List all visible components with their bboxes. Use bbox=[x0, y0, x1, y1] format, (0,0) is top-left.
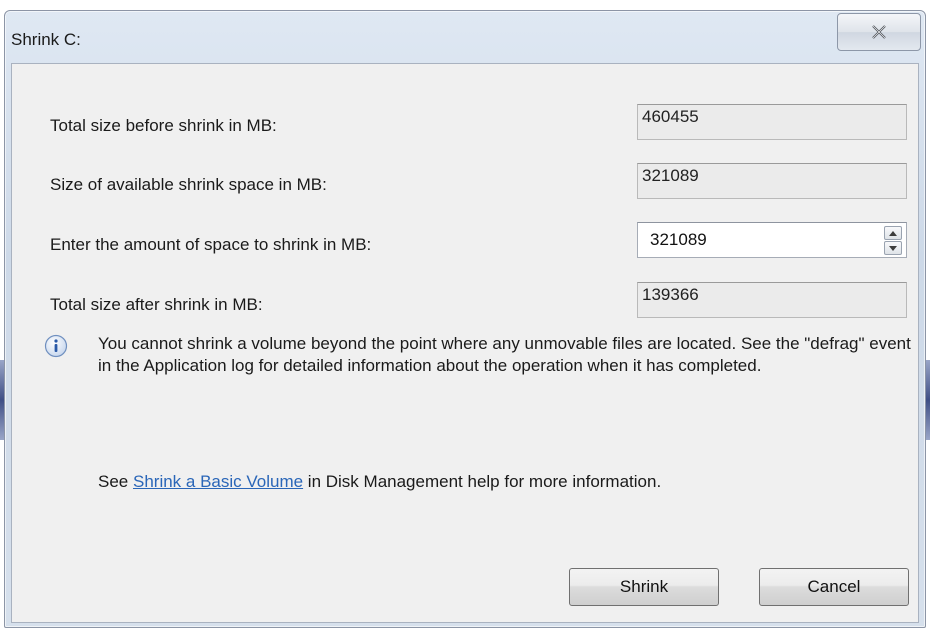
shrink-amount-label: Enter the amount of space to shrink in M… bbox=[50, 235, 372, 254]
spin-down-button[interactable] bbox=[884, 241, 902, 255]
shrink-button[interactable]: Shrink bbox=[569, 568, 719, 606]
close-icon bbox=[872, 25, 886, 39]
available-space-field: 321089 bbox=[637, 163, 907, 199]
close-button[interactable] bbox=[837, 13, 921, 51]
total-after-label: Total size after shrink in MB: bbox=[50, 295, 263, 314]
title-bar[interactable]: Shrink C: bbox=[5, 11, 925, 65]
arrow-up-icon bbox=[889, 230, 897, 236]
shrink-amount-input[interactable] bbox=[638, 223, 858, 257]
spin-up-button[interactable] bbox=[884, 226, 902, 240]
info-icon bbox=[44, 334, 68, 358]
info-message: You cannot shrink a volume beyond the po… bbox=[98, 334, 911, 375]
help-prefix: See bbox=[98, 472, 133, 491]
help-suffix: in Disk Management help for more informa… bbox=[303, 472, 662, 491]
dialog-body: Total size before shrink in MB: 460455 S… bbox=[11, 63, 919, 623]
dialog-title: Shrink C: bbox=[11, 30, 81, 49]
shrink-amount-spinner[interactable] bbox=[637, 222, 907, 258]
help-link[interactable]: Shrink a Basic Volume bbox=[133, 472, 303, 491]
available-space-label: Size of available shrink space in MB: bbox=[50, 175, 327, 194]
total-before-label: Total size before shrink in MB: bbox=[50, 116, 277, 135]
shrink-dialog: Shrink C: Total size before shrink in MB… bbox=[4, 10, 926, 628]
cancel-button[interactable]: Cancel bbox=[759, 568, 909, 606]
arrow-down-icon bbox=[889, 245, 897, 251]
total-before-field: 460455 bbox=[637, 104, 907, 140]
total-after-field: 139366 bbox=[637, 282, 907, 318]
help-text: See Shrink a Basic Volume in Disk Manage… bbox=[98, 472, 661, 492]
